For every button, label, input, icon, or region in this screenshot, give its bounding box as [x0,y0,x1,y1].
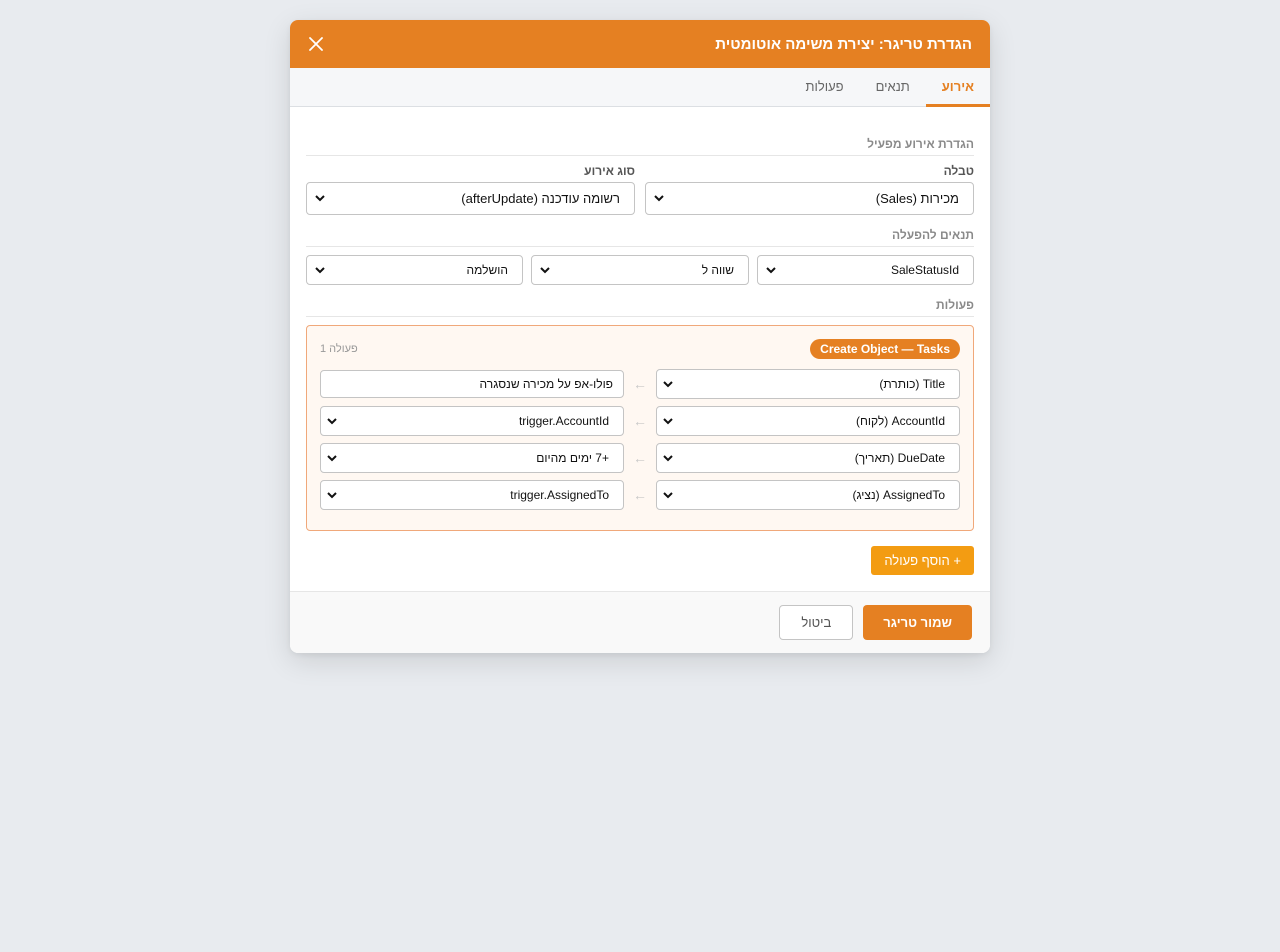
action-card: Create Object — Tasks פעולה 1 Title (כות… [306,325,974,531]
arrow-left-icon: ← [633,376,647,392]
source-value-input[interactable]: פולו-אפ על מכירה שנסגרה [320,370,624,398]
event-type-label: סוג אירוע [584,164,635,178]
target-field-value: DueDate (תאריך) [854,451,945,465]
save-trigger-button[interactable]: שמור טריגר [863,605,972,640]
chevron-down-icon [327,454,337,462]
table-field: טבלה מכירות (Sales) [645,164,974,215]
target-field-value: AccountId (לקוח) [855,414,945,428]
condition-operator-value: שווה ל [701,263,734,277]
arrow-left-icon: ← [633,450,647,466]
condition-value-select[interactable]: הושלמה [306,255,523,285]
mapping-row: AssignedTo (נציג) ← trigger.AssignedTo [320,480,960,510]
target-field-select[interactable]: AccountId (לקוח) [656,406,960,436]
cancel-button[interactable]: ביטול [779,605,854,640]
target-field-select[interactable]: AssignedTo (נציג) [656,480,960,510]
chevron-down-icon [327,417,337,425]
event-fields: טבלה מכירות (Sales) סוג אירוע רשומה עודכ… [306,164,974,215]
condition-field-value: SaleStatusId [890,263,959,277]
tab-bar: אירוע תנאים פעולות [290,68,990,107]
table-label: טבלה [943,164,974,178]
source-value: +7 ימים מהיום [536,451,609,465]
modal-header: הגדרת טריגר: יצירת משימה אוטומטית [290,20,990,68]
action-header: Create Object — Tasks פעולה 1 [320,339,960,359]
source-value-select[interactable]: trigger.AccountId [320,406,624,436]
target-field-select[interactable]: Title (כותרת) [656,369,960,399]
trigger-modal: הגדרת טריגר: יצירת משימה אוטומטית אירוע … [290,20,990,653]
chevron-down-icon [766,266,776,274]
arrow-left-icon: ← [633,413,647,429]
close-icon[interactable] [306,34,326,54]
conditions-section-title: תנאים להפעלה [306,228,974,247]
action-type-badge: Create Object — Tasks [810,339,960,359]
event-type-field: סוג אירוע רשומה עודכנה (afterUpdate) [306,164,635,215]
chevron-down-icon [315,266,325,274]
target-field-select[interactable]: DueDate (תאריך) [656,443,960,473]
target-field-value: AssignedTo (נציג) [852,488,945,502]
chevron-down-icon [315,195,325,202]
arrow-left-icon: ← [633,487,647,503]
event-type-select[interactable]: רשומה עודכנה (afterUpdate) [306,182,635,215]
mapping-row: AccountId (לקוח) ← trigger.AccountId [320,406,960,436]
chevron-down-icon [540,266,550,274]
source-value: trigger.AccountId [518,414,609,428]
condition-value-value: הושלמה [466,263,508,277]
modal-footer: שמור טריגר ביטול [290,591,990,653]
condition-operator-select[interactable]: שווה ל [531,255,749,285]
table-select-value: מכירות (Sales) [875,191,959,206]
chevron-down-icon [327,491,337,499]
table-select[interactable]: מכירות (Sales) [645,182,974,215]
tab-event[interactable]: אירוע [925,69,990,107]
mapping-row: Title (כותרת) ← פולו-אפ על מכירה שנסגרה [320,369,960,399]
modal-title: הגדרת טריגר: יצירת משימה אוטומטית [715,35,972,53]
source-value-select[interactable]: trigger.AssignedTo [320,480,624,510]
condition-field-select[interactable]: SaleStatusId [757,255,974,285]
chevron-down-icon [663,454,673,462]
tab-actions[interactable]: פעולות [789,69,859,107]
action-number-label: פעולה 1 [320,343,358,355]
mapping-row: DueDate (תאריך) ← +7 ימים מהיום [320,443,960,473]
chevron-down-icon [663,491,673,499]
chevron-down-icon [663,380,673,388]
modal-body: הגדרת אירוע מפעיל טבלה מכירות (Sales) סו… [290,107,990,591]
tab-conditions[interactable]: תנאים [860,69,926,107]
actions-section-title: פעולות [306,298,974,317]
source-value: trigger.AssignedTo [510,488,609,502]
source-value-select[interactable]: +7 ימים מהיום [320,443,624,473]
chevron-down-icon [654,195,664,202]
add-action-button[interactable]: + הוסף פעולה [871,546,974,575]
condition-row: SaleStatusId שווה ל הושלמה [306,255,974,285]
target-field-value: Title (כותרת) [879,377,945,391]
chevron-down-icon [663,417,673,425]
event-section-title: הגדרת אירוע מפעיל [306,137,974,156]
event-type-select-value: רשומה עודכנה (afterUpdate) [461,191,620,206]
